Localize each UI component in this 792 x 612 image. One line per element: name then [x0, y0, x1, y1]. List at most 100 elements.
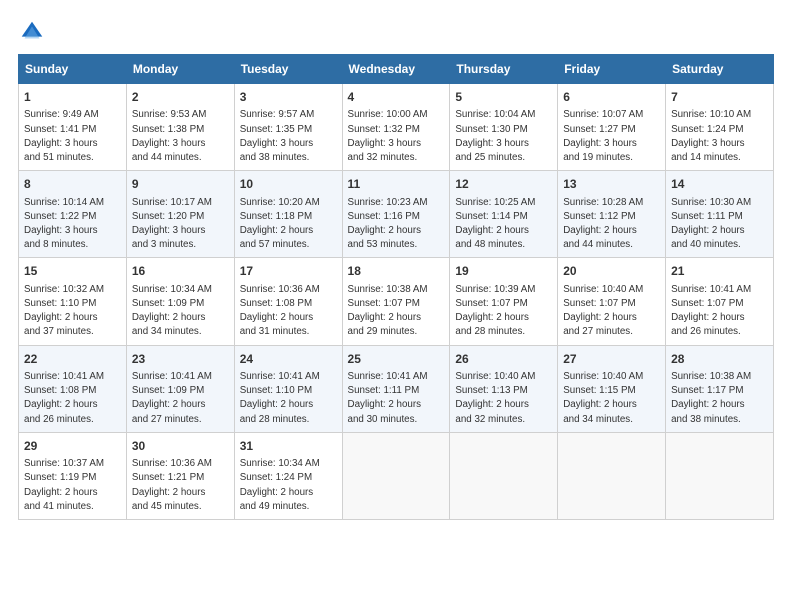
day-cell: 15 Sunrise: 10:32 AM Sunset: 1:10 PM Dayl… — [19, 258, 127, 345]
day-detail: Sunrise: 10:25 AM Sunset: 1:14 PM Daylig… — [455, 196, 552, 253]
week-row-3: 15 Sunrise: 10:32 AM Sunset: 1:10 PM Dayl… — [19, 258, 774, 345]
week-row-2: 8 Sunrise: 10:14 AM Sunset: 1:22 PM Dayli… — [19, 171, 774, 258]
weekday-header-friday: Friday — [558, 55, 666, 84]
day-cell: 4 Sunrise: 10:00 AM Sunset: 1:32 PM Dayli… — [342, 84, 450, 171]
day-number: 16 — [132, 263, 229, 280]
day-detail: Sunrise: 10:00 AM Sunset: 1:32 PM Daylig… — [348, 108, 445, 165]
day-cell: 8 Sunrise: 10:14 AM Sunset: 1:22 PM Dayli… — [19, 171, 127, 258]
day-number: 24 — [240, 351, 337, 368]
day-cell — [666, 432, 774, 519]
day-number: 3 — [240, 89, 337, 106]
day-detail: Sunrise: 10:38 AM Sunset: 1:17 PM Daylig… — [671, 370, 768, 427]
day-cell: 2 Sunrise: 9:53 AM Sunset: 1:38 PM Daylig… — [126, 84, 234, 171]
weekday-header-tuesday: Tuesday — [234, 55, 342, 84]
day-number: 20 — [563, 263, 660, 280]
day-detail: Sunrise: 9:57 AM Sunset: 1:35 PM Dayligh… — [240, 108, 337, 165]
day-cell: 17 Sunrise: 10:36 AM Sunset: 1:08 PM Dayl… — [234, 258, 342, 345]
day-detail: Sunrise: 10:10 AM Sunset: 1:24 PM Daylig… — [671, 108, 768, 165]
day-cell: 14 Sunrise: 10:30 AM Sunset: 1:11 PM Dayl… — [666, 171, 774, 258]
day-detail: Sunrise: 10:41 AM Sunset: 1:09 PM Daylig… — [132, 370, 229, 427]
day-cell: 12 Sunrise: 10:25 AM Sunset: 1:14 PM Dayl… — [450, 171, 558, 258]
day-number: 9 — [132, 176, 229, 193]
day-number: 25 — [348, 351, 445, 368]
day-cell: 20 Sunrise: 10:40 AM Sunset: 1:07 PM Dayl… — [558, 258, 666, 345]
day-cell — [450, 432, 558, 519]
day-number: 1 — [24, 89, 121, 106]
day-detail: Sunrise: 10:07 AM Sunset: 1:27 PM Daylig… — [563, 108, 660, 165]
day-cell: 22 Sunrise: 10:41 AM Sunset: 1:08 PM Dayl… — [19, 345, 127, 432]
day-cell: 31Sunrise: 10:34 AM Sunset: 1:24 PM Dayl… — [234, 432, 342, 519]
weekday-header-sunday: Sunday — [19, 55, 127, 84]
day-cell — [342, 432, 450, 519]
day-detail: Sunrise: 10:41 AM Sunset: 1:11 PM Daylig… — [348, 370, 445, 427]
page: SundayMondayTuesdayWednesdayThursdayFrid… — [0, 0, 792, 612]
day-number: 4 — [348, 89, 445, 106]
day-number: 17 — [240, 263, 337, 280]
day-cell: 29Sunrise: 10:37 AM Sunset: 1:19 PM Dayl… — [19, 432, 127, 519]
day-cell: 9 Sunrise: 10:17 AM Sunset: 1:20 PM Dayli… — [126, 171, 234, 258]
day-detail: Sunrise: 10:20 AM Sunset: 1:18 PM Daylig… — [240, 196, 337, 253]
day-detail: Sunrise: 10:40 AM Sunset: 1:07 PM Daylig… — [563, 283, 660, 340]
day-cell: 24 Sunrise: 10:41 AM Sunset: 1:10 PM Dayl… — [234, 345, 342, 432]
day-number: 8 — [24, 176, 121, 193]
day-cell: 7Sunrise: 10:10 AM Sunset: 1:24 PM Dayli… — [666, 84, 774, 171]
day-cell: 18Sunrise: 10:38 AM Sunset: 1:07 PM Dayl… — [342, 258, 450, 345]
day-cell: 23 Sunrise: 10:41 AM Sunset: 1:09 PM Dayl… — [126, 345, 234, 432]
day-cell: 6 Sunrise: 10:07 AM Sunset: 1:27 PM Dayli… — [558, 84, 666, 171]
day-number: 11 — [348, 176, 445, 193]
day-detail: Sunrise: 10:28 AM Sunset: 1:12 PM Daylig… — [563, 196, 660, 253]
day-cell: 28 Sunrise: 10:38 AM Sunset: 1:17 PM Dayl… — [666, 345, 774, 432]
day-number: 13 — [563, 176, 660, 193]
day-number: 26 — [455, 351, 552, 368]
day-detail: Sunrise: 10:36 AM Sunset: 1:08 PM Daylig… — [240, 283, 337, 340]
day-number: 6 — [563, 89, 660, 106]
day-detail: Sunrise: 9:53 AM Sunset: 1:38 PM Dayligh… — [132, 108, 229, 165]
day-number: 5 — [455, 89, 552, 106]
day-detail: Sunrise: 10:41 AM Sunset: 1:07 PM Daylig… — [671, 283, 768, 340]
week-row-4: 22 Sunrise: 10:41 AM Sunset: 1:08 PM Dayl… — [19, 345, 774, 432]
day-detail: Sunrise: 10:39 AM Sunset: 1:07 PM Daylig… — [455, 283, 552, 340]
day-detail: Sunrise: 10:14 AM Sunset: 1:22 PM Daylig… — [24, 196, 121, 253]
day-number: 19 — [455, 263, 552, 280]
logo-icon — [18, 18, 46, 46]
day-detail: Sunrise: 10:40 AM Sunset: 1:15 PM Daylig… — [563, 370, 660, 427]
day-number: 18 — [348, 263, 445, 280]
day-number: 10 — [240, 176, 337, 193]
day-number: 31 — [240, 438, 337, 455]
day-detail: Sunrise: 9:49 AM Sunset: 1:41 PM Dayligh… — [24, 108, 121, 165]
weekday-header-monday: Monday — [126, 55, 234, 84]
logo — [18, 18, 50, 46]
day-number: 29 — [24, 438, 121, 455]
day-cell: 1 Sunrise: 9:49 AM Sunset: 1:41 PM Daylig… — [19, 84, 127, 171]
day-cell — [558, 432, 666, 519]
day-number: 2 — [132, 89, 229, 106]
day-number: 28 — [671, 351, 768, 368]
day-number: 12 — [455, 176, 552, 193]
day-cell: 27Sunrise: 10:40 AM Sunset: 1:15 PM Dayl… — [558, 345, 666, 432]
day-cell: 21 Sunrise: 10:41 AM Sunset: 1:07 PM Dayl… — [666, 258, 774, 345]
day-cell: 26Sunrise: 10:40 AM Sunset: 1:13 PM Dayl… — [450, 345, 558, 432]
day-detail: Sunrise: 10:36 AM Sunset: 1:21 PM Daylig… — [132, 457, 229, 514]
weekday-header-thursday: Thursday — [450, 55, 558, 84]
day-cell: 5Sunrise: 10:04 AM Sunset: 1:30 PM Dayli… — [450, 84, 558, 171]
day-number: 14 — [671, 176, 768, 193]
header — [18, 18, 774, 46]
day-detail: Sunrise: 10:17 AM Sunset: 1:20 PM Daylig… — [132, 196, 229, 253]
day-detail: Sunrise: 10:41 AM Sunset: 1:08 PM Daylig… — [24, 370, 121, 427]
day-cell: 30Sunrise: 10:36 AM Sunset: 1:21 PM Dayl… — [126, 432, 234, 519]
day-number: 15 — [24, 263, 121, 280]
week-row-1: 1 Sunrise: 9:49 AM Sunset: 1:41 PM Daylig… — [19, 84, 774, 171]
day-number: 21 — [671, 263, 768, 280]
day-detail: Sunrise: 10:30 AM Sunset: 1:11 PM Daylig… — [671, 196, 768, 253]
weekday-header-row: SundayMondayTuesdayWednesdayThursdayFrid… — [19, 55, 774, 84]
weekday-header-saturday: Saturday — [666, 55, 774, 84]
day-cell: 25 Sunrise: 10:41 AM Sunset: 1:11 PM Dayl… — [342, 345, 450, 432]
day-number: 22 — [24, 351, 121, 368]
day-detail: Sunrise: 10:32 AM Sunset: 1:10 PM Daylig… — [24, 283, 121, 340]
day-detail: Sunrise: 10:34 AM Sunset: 1:09 PM Daylig… — [132, 283, 229, 340]
day-detail: Sunrise: 10:41 AM Sunset: 1:10 PM Daylig… — [240, 370, 337, 427]
day-number: 23 — [132, 351, 229, 368]
day-cell: 16 Sunrise: 10:34 AM Sunset: 1:09 PM Dayl… — [126, 258, 234, 345]
day-cell: 10 Sunrise: 10:20 AM Sunset: 1:18 PM Dayl… — [234, 171, 342, 258]
week-row-5: 29Sunrise: 10:37 AM Sunset: 1:19 PM Dayl… — [19, 432, 774, 519]
